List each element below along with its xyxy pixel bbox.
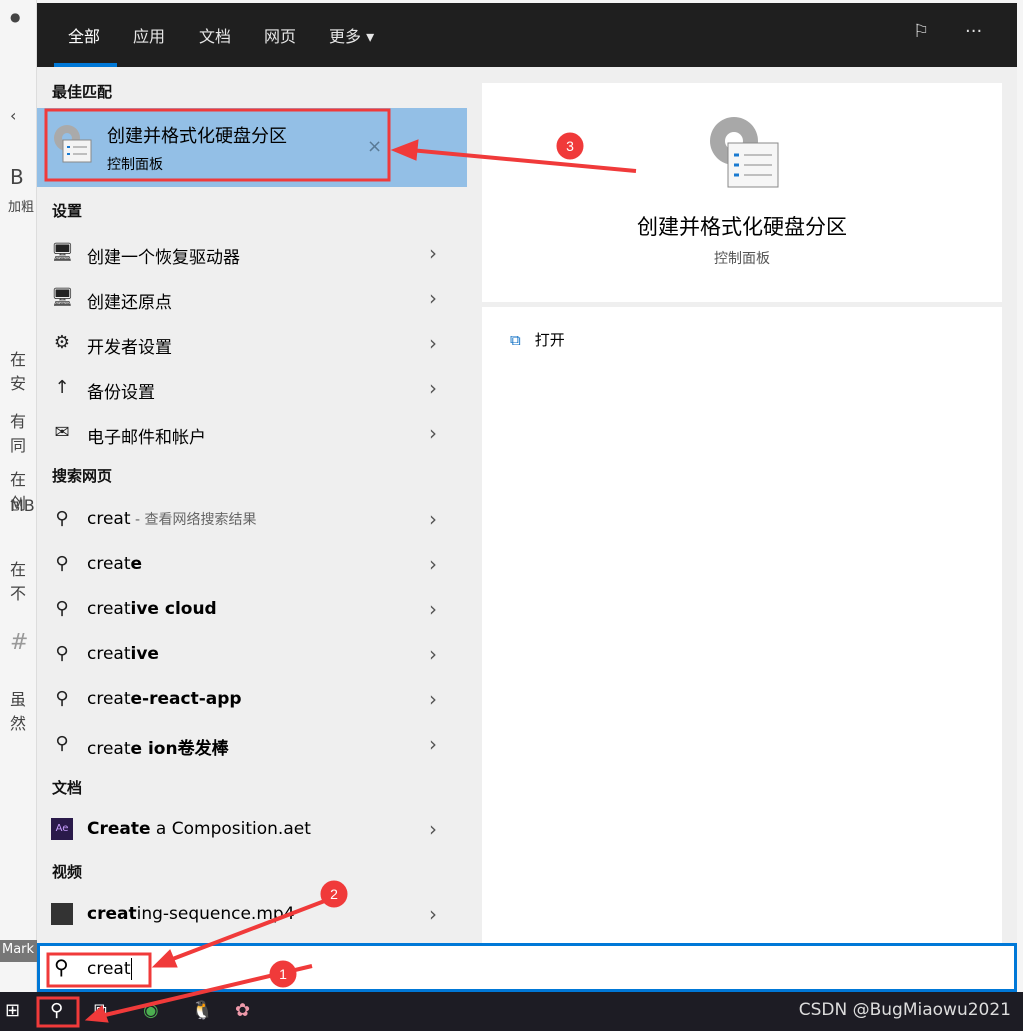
annotation-box-search-button: [36, 996, 80, 1028]
arrow-head: [390, 139, 419, 161]
arrow-head: [84, 1005, 109, 1023]
annotation-arrow-2: [169, 895, 336, 962]
badge-label: 1: [279, 966, 287, 982]
annotation-box-best-match: [44, 108, 391, 182]
annotation-arrow-3: [409, 148, 637, 173]
badge-label: 3: [566, 138, 574, 154]
arrow-head: [151, 949, 178, 968]
annotation-box-search: [46, 952, 152, 988]
annotation-overlay: 3 2 1: [36, 108, 637, 1028]
badge-label: 2: [330, 886, 338, 902]
